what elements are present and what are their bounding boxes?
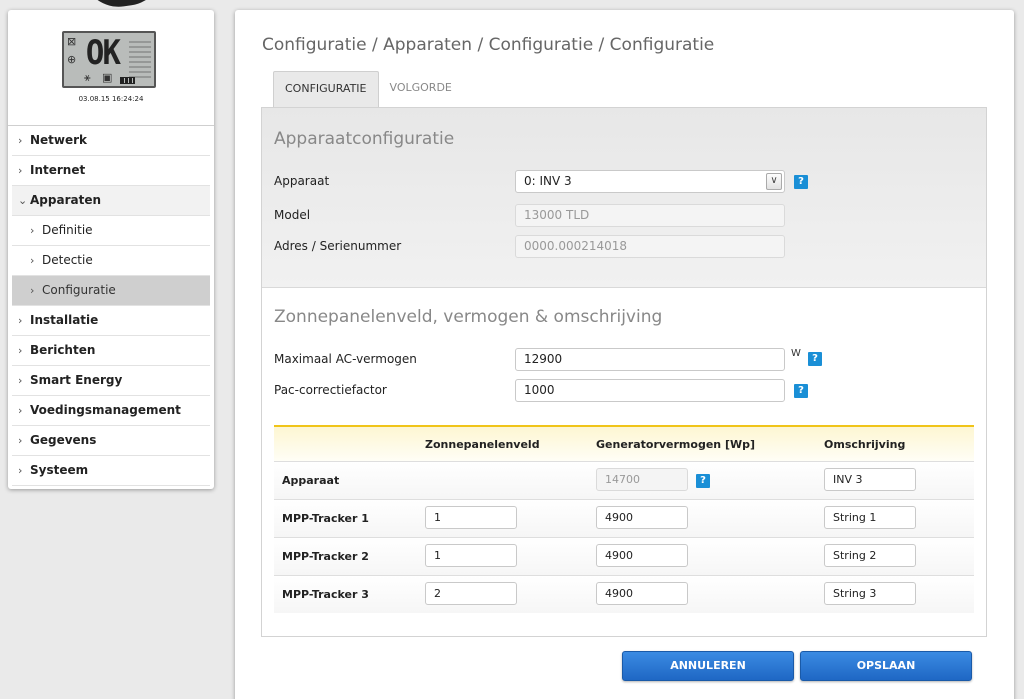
- device-status-box: ⊠ ⊕ ⚹ ▣ OK 03.08.15 16:24:24: [8, 10, 214, 126]
- chevron-right-icon: ›: [18, 164, 23, 177]
- device-select[interactable]: 0: INV 3 ∨: [515, 170, 785, 193]
- table-row: MPP-Tracker 2 1 4900 String 2: [274, 537, 974, 575]
- generator-input[interactable]: 4900: [596, 582, 688, 605]
- chevron-right-icon: ›: [30, 254, 35, 267]
- sidebar-item-apparaten[interactable]: ⌄ Apparaten: [12, 186, 210, 216]
- chevron-right-icon: ›: [30, 284, 35, 297]
- device-lcd-display: ⊠ ⊕ ⚹ ▣ OK: [62, 31, 156, 88]
- field-input[interactable]: 1: [425, 544, 517, 567]
- sidebar-item-definitie[interactable]: › Definitie: [12, 216, 210, 246]
- sidebar-item-configuratie[interactable]: › Configuratie: [12, 276, 210, 306]
- description-input[interactable]: INV 3: [824, 468, 916, 491]
- column-header: Omschrijving: [824, 438, 906, 451]
- help-icon[interactable]: ?: [696, 474, 710, 488]
- sidebar-nav: › Netwerk › Internet ⌄ Apparaten › Definitie…: [8, 126, 214, 486]
- generator-field: 14700: [596, 468, 688, 491]
- max-ac-input[interactable]: 12900: [515, 348, 785, 371]
- sidebar-item-label: Netwerk: [30, 133, 88, 147]
- tracker-table: Zonnepanelenveld Generatorvermogen [Wp] …: [274, 425, 974, 613]
- chevron-right-icon: ›: [18, 464, 23, 477]
- sidebar-item-label: Configuratie: [42, 283, 116, 297]
- pac-label: Pac-correctiefactor: [274, 383, 387, 397]
- sidebar-item-systeem[interactable]: › Systeem: [12, 456, 210, 486]
- description-input[interactable]: String 1: [824, 506, 916, 529]
- chevron-right-icon: ›: [18, 434, 23, 447]
- sidebar: ⊠ ⊕ ⚹ ▣ OK 03.08.15 16:24:24 › Netwerk › I…: [8, 10, 214, 489]
- sidebar-item-installatie[interactable]: › Installatie: [12, 306, 210, 336]
- generator-input[interactable]: 4900: [596, 506, 688, 529]
- device-select-value: 0: INV 3: [524, 174, 572, 188]
- lcd-bar-graph: [129, 41, 151, 79]
- sidebar-item-label: Apparaten: [30, 193, 101, 207]
- unit-label: W: [791, 348, 801, 359]
- sidebar-item-label: Internet: [30, 163, 86, 177]
- sidebar-item-smart-energy[interactable]: › Smart Energy: [12, 366, 210, 396]
- field-input[interactable]: 2: [425, 582, 517, 605]
- sidebar-item-netwerk[interactable]: › Netwerk: [12, 126, 210, 156]
- chevron-down-icon: ∨: [766, 173, 782, 190]
- row-label: MPP-Tracker 1: [282, 512, 369, 525]
- help-icon[interactable]: ?: [794, 384, 808, 398]
- globe-icon: ⊕: [67, 53, 77, 66]
- chevron-right-icon: ›: [18, 374, 23, 387]
- address-label: Adres / Serienummer: [274, 239, 402, 253]
- chevron-down-icon: ⌄: [18, 194, 28, 207]
- sidebar-item-label: Detectie: [42, 253, 93, 267]
- sidebar-item-internet[interactable]: › Internet: [12, 156, 210, 186]
- model-label: Model: [274, 208, 311, 222]
- section-title: Apparaatconfiguratie: [274, 129, 455, 149]
- row-label: MPP-Tracker 2: [282, 550, 369, 563]
- lcd-status-text: OK: [85, 33, 121, 73]
- chevron-right-icon: ›: [30, 224, 35, 237]
- field-input[interactable]: 1: [425, 506, 517, 529]
- sidebar-item-label: Definitie: [42, 223, 93, 237]
- main-panel: Configuratie / Apparaten / Configuratie …: [235, 10, 1014, 699]
- column-header: Zonnepanelenveld: [425, 438, 540, 451]
- tab-volgorde[interactable]: VOLGORDE: [379, 71, 463, 108]
- table-row: MPP-Tracker 3 2 4900 String 3: [274, 575, 974, 613]
- description-input[interactable]: String 2: [824, 544, 916, 567]
- column-header: Generatorvermogen [Wp]: [596, 438, 756, 451]
- device-config-section: Apparaatconfiguratie Apparaat 0: INV 3 ∨…: [262, 108, 986, 288]
- sidebar-item-label: Berichten: [30, 343, 96, 357]
- sidebar-item-label: Voedingsmanagement: [30, 403, 181, 417]
- config-panel: Apparaatconfiguratie Apparaat 0: INV 3 ∨…: [261, 107, 987, 637]
- description-input[interactable]: String 3: [824, 582, 916, 605]
- chevron-right-icon: ›: [18, 134, 23, 147]
- address-field: 0000.000214018: [515, 235, 785, 258]
- generator-input[interactable]: 4900: [596, 544, 688, 567]
- device-datetime: 03.08.15 16:24:24: [78, 95, 144, 103]
- sidebar-item-label: Smart Energy: [30, 373, 123, 387]
- section-title: Zonnepanelenveld, vermogen & omschrijvin…: [274, 307, 663, 327]
- sidebar-item-detectie[interactable]: › Detectie: [12, 246, 210, 276]
- sidebar-item-label: Gegevens: [30, 433, 97, 447]
- row-label: MPP-Tracker 3: [282, 588, 369, 601]
- help-icon[interactable]: ?: [794, 175, 808, 189]
- chevron-right-icon: ›: [18, 314, 23, 327]
- tab-bar: CONFIGURATIE VOLGORDE: [273, 71, 463, 108]
- table-row: MPP-Tracker 1 1 4900 String 1: [274, 499, 974, 537]
- device-label: Apparaat: [274, 174, 330, 188]
- pac-input[interactable]: 1000: [515, 379, 785, 402]
- sidebar-item-gegevens[interactable]: › Gegevens: [12, 426, 210, 456]
- sidebar-item-voedingsmanagement[interactable]: › Voedingsmanagement: [12, 396, 210, 426]
- sidebar-item-label: Installatie: [30, 313, 99, 327]
- chevron-right-icon: ›: [18, 344, 23, 357]
- table-row: Apparaat 14700 ? INV 3: [274, 461, 974, 499]
- sidebar-item-label: Systeem: [30, 463, 89, 477]
- table-header: Zonnepanelenveld Generatorvermogen [Wp] …: [274, 425, 974, 461]
- tab-configuratie[interactable]: CONFIGURATIE: [273, 71, 379, 108]
- battery-icon: [120, 77, 135, 84]
- grid-connection-icon: ⊠: [67, 35, 77, 48]
- person-icon: ⚹: [84, 71, 91, 84]
- max-ac-label: Maximaal AC-vermogen: [274, 352, 417, 366]
- model-field: 13000 TLD: [515, 204, 785, 227]
- sidebar-item-berichten[interactable]: › Berichten: [12, 336, 210, 366]
- cancel-button[interactable]: ANNULEREN: [622, 651, 794, 681]
- chevron-right-icon: ›: [18, 404, 23, 417]
- row-label: Apparaat: [282, 474, 340, 487]
- help-icon[interactable]: ?: [808, 352, 822, 366]
- save-button[interactable]: OPSLAAN: [800, 651, 972, 681]
- breadcrumb: Configuratie / Apparaten / Configuratie …: [262, 35, 715, 55]
